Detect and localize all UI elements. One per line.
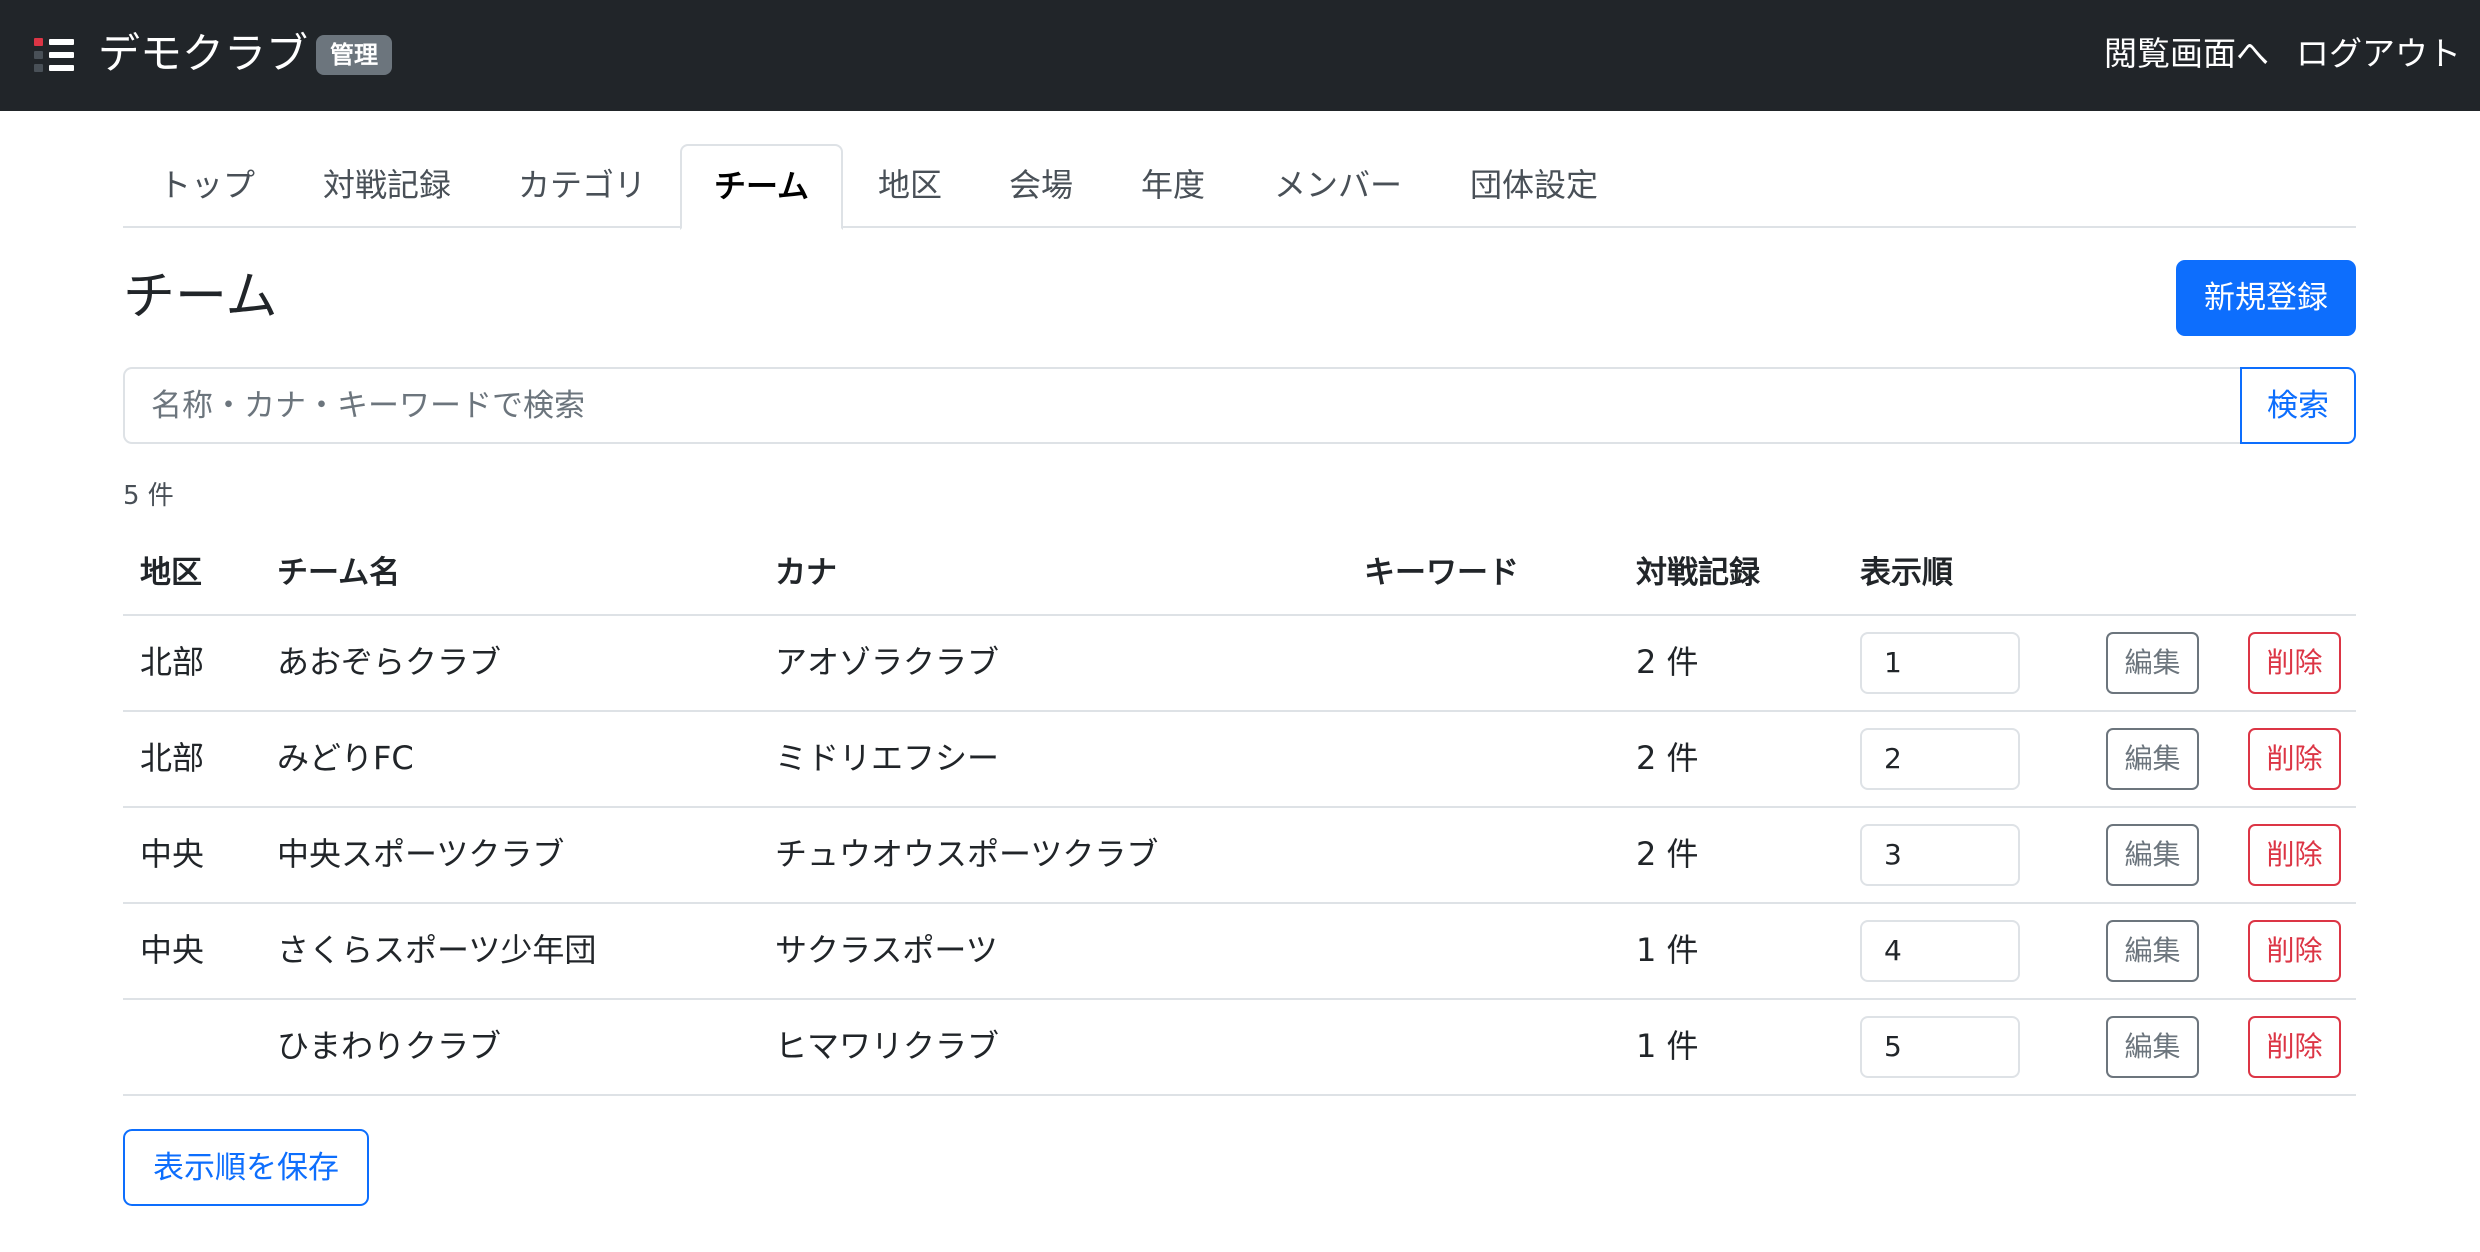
admin-tabs: トップ 対戦記録 カテゴリ チーム 地区 会場 年度 メンバー 団体設定: [123, 143, 2356, 230]
cell-region: 北部: [140, 739, 205, 777]
result-count: 5 件: [123, 481, 174, 511]
tab-regions[interactable]: 地区: [878, 143, 942, 227]
cell-team-name: 中央スポーツクラブ: [277, 835, 565, 873]
delete-button[interactable]: 削除: [2248, 920, 2341, 982]
display-order-input[interactable]: 2: [1860, 728, 2020, 790]
cell-matches: 2 件: [1636, 643, 1699, 681]
cell-region: 中央: [140, 931, 205, 969]
row-divider: [123, 710, 2356, 712]
edit-button[interactable]: 編集: [2106, 824, 2199, 886]
cell-team-name: あおぞらクラブ: [277, 643, 502, 681]
delete-button[interactable]: 削除: [2248, 728, 2341, 790]
row-divider: [123, 806, 2356, 808]
header-team-name: チーム名: [277, 555, 401, 591]
header-display-order: 表示順: [1860, 555, 1953, 591]
display-order-input[interactable]: 5: [1860, 1016, 2020, 1078]
table-bottom-border: [123, 1094, 2356, 1096]
logout-link[interactable]: ログアウト: [2296, 30, 2461, 78]
cell-kana: ミドリエフシー: [775, 739, 1000, 777]
tab-years[interactable]: 年度: [1141, 143, 1205, 227]
tab-teams[interactable]: チーム: [680, 144, 843, 230]
edit-button[interactable]: 編集: [2106, 728, 2199, 790]
header-kana: カナ: [775, 555, 837, 591]
header-matches: 対戦記録: [1636, 555, 1760, 591]
header-divider: [123, 614, 2356, 616]
cell-team-name: みどりFC: [277, 739, 414, 777]
header-keyword: キーワード: [1364, 555, 1519, 591]
tab-members[interactable]: メンバー: [1274, 143, 1402, 227]
tab-categories[interactable]: カテゴリ: [518, 143, 646, 227]
admin-badge: 管理: [316, 35, 392, 75]
edit-button[interactable]: 編集: [2106, 1016, 2199, 1078]
edit-button[interactable]: 編集: [2106, 920, 2199, 982]
cell-team-name: ひまわりクラブ: [277, 1027, 502, 1065]
cell-region: 北部: [140, 643, 205, 681]
cell-matches: 1 件: [1636, 931, 1699, 969]
display-order-input[interactable]: 4: [1860, 920, 2020, 982]
cell-team-name: さくらスポーツ少年団: [277, 931, 597, 969]
cell-matches: 2 件: [1636, 739, 1699, 777]
row-divider: [123, 998, 2356, 1000]
header-region: 地区: [140, 555, 202, 591]
cell-kana: アオゾラクラブ: [775, 643, 1000, 681]
cell-kana: サクラスポーツ: [775, 931, 998, 969]
delete-button[interactable]: 削除: [2248, 824, 2341, 886]
cell-region: 中央: [140, 835, 205, 873]
tab-venues[interactable]: 会場: [1009, 143, 1073, 227]
tab-top[interactable]: トップ: [159, 143, 255, 227]
delete-button[interactable]: 削除: [2248, 632, 2341, 694]
list-icon: [34, 38, 74, 72]
cell-matches: 2 件: [1636, 835, 1699, 873]
save-order-button[interactable]: 表示順を保存: [123, 1129, 369, 1206]
search-input[interactable]: [123, 367, 2242, 444]
display-order-input[interactable]: 3: [1860, 824, 2020, 886]
brand-name[interactable]: デモクラブ: [98, 27, 308, 81]
new-team-button[interactable]: 新規登録: [2176, 260, 2356, 336]
view-site-link[interactable]: 閲覧画面へ: [2104, 30, 2269, 78]
delete-button[interactable]: 削除: [2248, 1016, 2341, 1078]
cell-matches: 1 件: [1636, 1027, 1699, 1065]
row-divider: [123, 902, 2356, 904]
top-navbar: デモクラブ 管理 閲覧画面へ ログアウト: [0, 0, 2480, 111]
tab-org-settings[interactable]: 団体設定: [1470, 143, 1598, 227]
search-button[interactable]: 検索: [2240, 367, 2356, 444]
tab-matches[interactable]: 対戦記録: [323, 143, 451, 227]
display-order-input[interactable]: 1: [1860, 632, 2020, 694]
cell-kana: チュウオウスポーツクラブ: [775, 835, 1159, 873]
edit-button[interactable]: 編集: [2106, 632, 2199, 694]
cell-kana: ヒマワリクラブ: [775, 1027, 1000, 1065]
page-title: チーム: [123, 267, 278, 327]
